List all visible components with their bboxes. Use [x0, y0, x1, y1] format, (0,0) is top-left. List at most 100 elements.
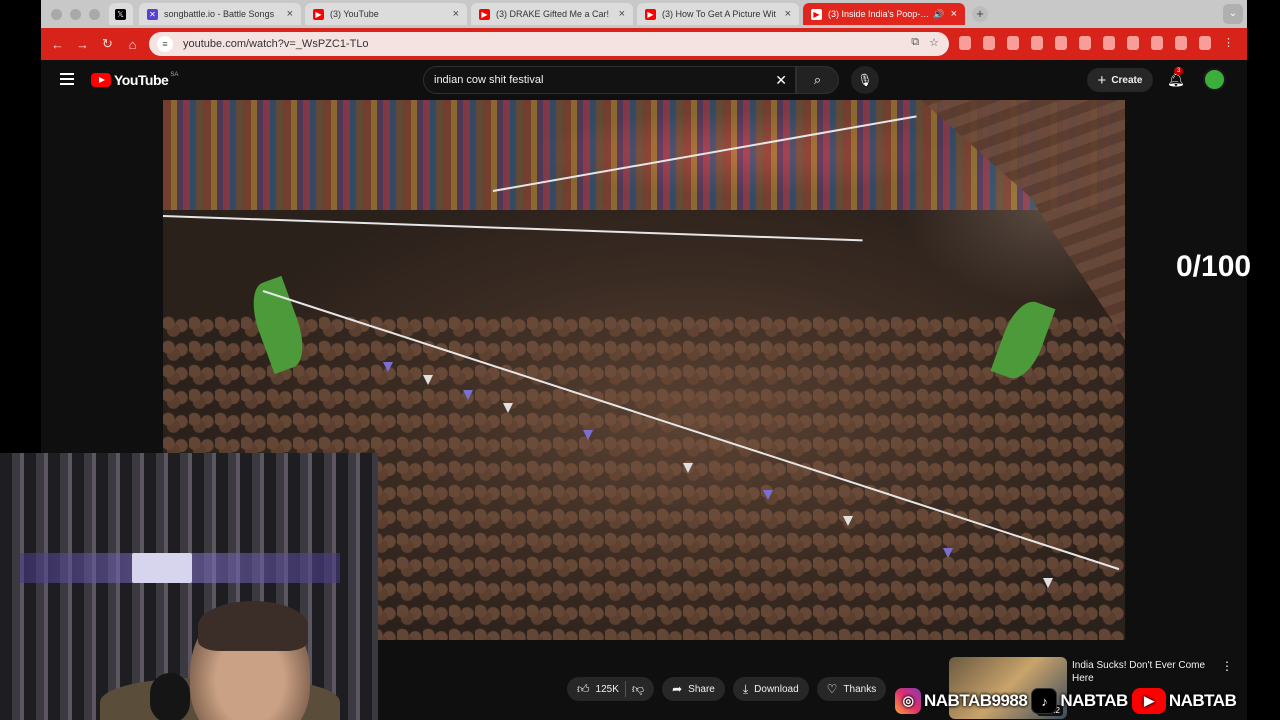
youtube-logo[interactable]: YouTube SA	[91, 72, 178, 88]
webcam-overlay	[0, 453, 378, 720]
site-info-icon[interactable]: ≡	[157, 36, 173, 52]
close-tab-icon[interactable]: ×	[287, 8, 293, 20]
menu-icon[interactable]	[60, 73, 74, 88]
youtube-icon: ▶	[313, 8, 324, 20]
bunting-flag	[423, 375, 433, 385]
bookmark-star-icon[interactable]: ☆	[929, 36, 939, 49]
reload-icon[interactable]: ↻	[95, 36, 120, 52]
microphone-image	[150, 673, 190, 720]
install-app-icon[interactable]: ⧉	[911, 36, 919, 49]
create-button[interactable]: + Create	[1087, 68, 1153, 92]
microphone-icon: 🎙	[857, 73, 873, 87]
tab-search-button[interactable]: ⌄	[1223, 4, 1243, 24]
thumbs-up-icon[interactable]: 👍︎	[577, 682, 590, 697]
plus-icon: +	[1097, 71, 1107, 89]
bunting-flag	[503, 403, 513, 413]
notifications-button[interactable]: 🔔︎ 3	[1167, 67, 1185, 88]
close-tab-icon[interactable]: ×	[951, 8, 957, 20]
forward-icon[interactable]: →	[70, 37, 95, 52]
bunting-flag	[763, 490, 773, 500]
address-bar[interactable]: ≡ youtube.com/watch?v=_WsPZC1-TLo ⧉ ☆	[149, 32, 949, 56]
extension-icon[interactable]	[1175, 36, 1187, 50]
browser-menu-icon[interactable]: ⋮	[1223, 36, 1234, 50]
youtube-play-icon	[91, 73, 111, 87]
extension-icon[interactable]	[1151, 36, 1163, 50]
voice-search-button[interactable]: 🎙	[851, 66, 879, 94]
thumbs-down-icon[interactable]: 👎︎	[632, 682, 644, 697]
social-banner: ◎ NABTAB9988 ♪ NABTAB ▶ NABTAB	[895, 688, 1237, 714]
extension-icon[interactable]	[959, 36, 971, 50]
bunting-flag	[943, 548, 953, 558]
bunting-flag	[583, 430, 593, 440]
tiktok-icon: ♪	[1031, 688, 1058, 714]
extension-icon[interactable]	[1079, 36, 1091, 50]
share-button[interactable]: ➦ Share	[662, 677, 725, 701]
tab-songbattle[interactable]: ✕ songbattle.io - Battle Songs ×	[139, 3, 301, 25]
tab-picture[interactable]: ▶ (3) How To Get A Picture Wit ×	[637, 3, 799, 25]
bunting-string	[163, 215, 863, 242]
thanks-label: Thanks	[843, 683, 877, 695]
country-code: SA	[170, 72, 179, 78]
share-label: Share	[688, 683, 715, 695]
more-options-icon[interactable]: ⋮	[1221, 659, 1233, 673]
download-icon: ⤓	[742, 681, 749, 696]
tab-youtube[interactable]: ▶ (3) YouTube ×	[305, 3, 467, 25]
close-tab-icon[interactable]: ×	[785, 8, 791, 20]
tab-drake[interactable]: ▶ (3) DRAKE Gifted Me a Car! ×	[471, 3, 633, 25]
instagram-icon: ◎	[895, 688, 921, 714]
extension-icon[interactable]	[1103, 36, 1115, 50]
tab-label: (3) DRAKE Gifted Me a Car!	[496, 9, 610, 19]
bunting-flag	[843, 516, 853, 526]
bunting-flag	[383, 362, 393, 372]
streamer-hair	[198, 601, 308, 651]
download-button[interactable]: ⤓ Download	[732, 677, 809, 701]
share-icon: ➦	[672, 682, 683, 696]
search-button[interactable]: ⌕	[796, 66, 839, 94]
extension-icon[interactable]	[1055, 36, 1067, 50]
download-label: Download	[754, 683, 799, 695]
avatar[interactable]	[1203, 68, 1226, 91]
home-icon[interactable]: ⌂	[120, 37, 145, 52]
super-thanks-icon: ♡	[826, 682, 838, 696]
screen: 𝕏 ✕ songbattle.io - Battle Songs × ▶ (3)…	[0, 0, 1280, 720]
tab-x[interactable]: 𝕏	[109, 3, 133, 25]
tab-label: songbattle.io - Battle Songs	[164, 9, 275, 19]
tab-label: (3) How To Get A Picture Wit	[662, 9, 776, 19]
back-icon[interactable]: ←	[45, 37, 70, 52]
youtube-text: NABTAB	[1168, 691, 1237, 710]
extension-icon[interactable]	[1007, 36, 1019, 50]
divider	[624, 681, 626, 697]
x-logo-icon: 𝕏	[115, 8, 126, 20]
search-input[interactable]: indian cow shit festival ✕	[423, 66, 796, 94]
search-icon: ⌕	[813, 72, 822, 87]
instagram-text: NABTAB9988	[924, 691, 1028, 710]
songbattle-icon: ✕	[147, 8, 158, 20]
recommended-title[interactable]: India Sucks! Don't Ever Come Here	[1072, 659, 1217, 685]
bunting-flag	[463, 390, 473, 400]
like-count[interactable]: 125K	[596, 684, 619, 695]
profile-icon[interactable]	[1199, 36, 1211, 50]
extension-icon[interactable]	[1127, 36, 1139, 50]
tab-active-india[interactable]: ▶ (3) Inside India's Poop-Th 🔊 ×	[803, 3, 965, 25]
youtube-icon: ▶	[811, 8, 822, 20]
tiktok-handle: ♪ NABTAB	[1031, 688, 1128, 714]
audio-playing-icon[interactable]: 🔊	[933, 9, 944, 20]
clear-search-icon[interactable]: ✕	[775, 72, 787, 89]
window-controls	[51, 9, 100, 20]
url-text: youtube.com/watch?v=_WsPZC1-TLo	[183, 38, 369, 50]
close-tab-icon[interactable]: ×	[619, 8, 625, 20]
new-tab-button[interactable]: +	[972, 6, 988, 22]
minimize-window-button[interactable]	[70, 9, 81, 20]
extension-icon[interactable]	[1031, 36, 1043, 50]
logo-text: YouTube	[114, 72, 169, 88]
maximize-window-button[interactable]	[89, 9, 100, 20]
tiktok-text: NABTAB	[1060, 691, 1128, 710]
close-tab-icon[interactable]: ×	[453, 8, 459, 20]
tab-label: (3) Inside India's Poop-Th	[828, 9, 931, 19]
create-label: Create	[1111, 74, 1143, 86]
extensions-bar: ⋮	[959, 36, 1234, 50]
youtube-handle: ▶ NABTAB	[1131, 688, 1237, 714]
close-window-button[interactable]	[51, 9, 62, 20]
thanks-button[interactable]: ♡ Thanks	[816, 677, 887, 701]
extension-icon[interactable]	[983, 36, 995, 50]
